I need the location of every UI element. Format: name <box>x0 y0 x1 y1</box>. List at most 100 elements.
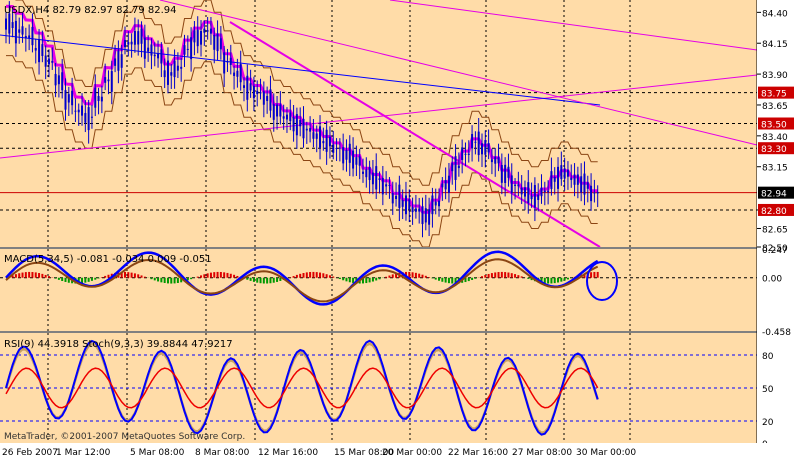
candle-body <box>203 28 206 33</box>
macd-histogram-bar <box>451 277 454 284</box>
macd-histogram-bar <box>262 277 265 284</box>
macd-histogram-bar <box>233 274 236 278</box>
candle-body <box>269 89 272 111</box>
candle-body <box>64 90 67 110</box>
candle-body <box>233 72 236 76</box>
macd-histogram-bar <box>14 274 17 278</box>
macd-histogram-bar <box>153 277 156 281</box>
macd-histogram-bar <box>345 277 348 282</box>
candle-body <box>157 53 160 59</box>
candle-body <box>500 164 503 183</box>
candle-body <box>563 168 566 179</box>
candle-body <box>371 172 374 185</box>
candle-body <box>246 75 249 100</box>
candle-body <box>358 156 361 166</box>
candle-body <box>84 112 87 123</box>
macd-histogram-bar <box>44 274 47 278</box>
candle-body <box>196 29 199 47</box>
candle-body <box>243 85 245 88</box>
candle-body <box>229 57 232 65</box>
macd-histogram-bar <box>497 272 500 278</box>
macd-histogram-bar <box>18 273 21 278</box>
macd-histogram-bar <box>424 275 427 278</box>
candle-body <box>368 167 371 181</box>
macd-histogram-bar <box>209 272 212 278</box>
macd-histogram-bar <box>229 273 232 278</box>
macd-histogram-bar <box>160 277 163 283</box>
candle-body <box>223 52 226 74</box>
candle-body <box>533 185 536 208</box>
macd-histogram-bar <box>352 277 355 283</box>
chart-canvas: USDX,H4 82.79 82.97 82.79 82.94 MACD(5,3… <box>0 0 794 461</box>
candle-body <box>200 30 203 45</box>
candle-body <box>471 134 474 149</box>
macd-histogram-bar <box>256 277 259 283</box>
macd-histogram-bar <box>259 277 262 284</box>
candle-body <box>276 104 279 117</box>
macd-histogram-bar <box>428 277 431 278</box>
candle-body <box>444 180 447 190</box>
macd-histogram-bar <box>190 277 193 280</box>
macd-histogram-bar <box>371 277 374 282</box>
macd-histogram-bar <box>166 277 169 284</box>
macd-histogram-bar <box>434 277 437 280</box>
candle-body <box>252 85 255 99</box>
price-marker-label: 82.94 <box>761 190 787 200</box>
copyright-text: MetaTrader, ©2001-2007 MetaQuotes Softwa… <box>4 432 245 442</box>
price-tick-label: 83.90 <box>762 71 788 81</box>
macd-histogram-bar <box>266 277 269 284</box>
rsi-panel: RSI(9) 44.3918 Stoch(9,3,3) 39.8844 47.9… <box>0 333 757 443</box>
price-marker-label: 83.50 <box>761 121 787 131</box>
candle-body <box>325 129 328 152</box>
candle-body <box>530 195 533 200</box>
macd-histogram-bar <box>527 277 530 279</box>
candle-body <box>31 26 34 46</box>
macd-histogram-bar <box>213 272 216 278</box>
macd-histogram-bar <box>332 276 335 278</box>
candle-body <box>94 87 97 108</box>
macd-histogram-bar <box>47 276 50 278</box>
macd-histogram-bar <box>474 277 477 279</box>
candle-body <box>110 71 113 92</box>
rsi-title: RSI(9) 44.3918 Stoch(9,3,3) 39.8844 47.9… <box>4 339 233 350</box>
candle-body <box>279 104 282 117</box>
candle-body <box>375 166 378 190</box>
candle-body <box>576 174 579 185</box>
candle-body <box>150 44 153 56</box>
macd-histogram-bar <box>87 277 90 282</box>
macd-histogram-bar <box>249 277 252 281</box>
macd-histogram-bar <box>34 272 37 278</box>
candle-body <box>54 73 57 86</box>
candle-body <box>408 199 411 210</box>
macd-histogram-bar <box>566 277 569 280</box>
candle-body <box>104 77 107 83</box>
macd-histogram-bar <box>28 271 31 278</box>
candle-body <box>186 48 189 50</box>
candle-body <box>81 105 84 116</box>
candle-body <box>272 104 275 120</box>
candle-body <box>213 35 216 50</box>
candle-body <box>249 83 252 91</box>
candle-body <box>266 96 269 102</box>
macd-histogram-bar <box>375 277 378 281</box>
candle-body <box>434 201 437 206</box>
candle-body <box>282 116 285 119</box>
macd-histogram-bar <box>226 272 229 278</box>
macd-histogram-bar <box>150 277 153 280</box>
candle-body <box>381 177 384 195</box>
candle-body <box>391 192 394 204</box>
macd-histogram-bar <box>441 277 444 282</box>
candle-body <box>557 166 560 189</box>
macd-histogram-bar <box>272 277 275 283</box>
macd-histogram-bar <box>276 277 279 282</box>
price-marker-label: 82.80 <box>761 207 787 217</box>
macd-histogram-bar <box>322 273 325 278</box>
rsi-tick-label: 50 <box>762 385 774 395</box>
macd-histogram-bar <box>487 273 490 278</box>
candle-body <box>160 49 163 64</box>
macd-histogram-bar <box>137 274 140 278</box>
candle-body <box>385 184 388 187</box>
candle-body <box>180 66 183 69</box>
candle-body <box>431 195 434 215</box>
macd-histogram-bar <box>170 277 173 284</box>
